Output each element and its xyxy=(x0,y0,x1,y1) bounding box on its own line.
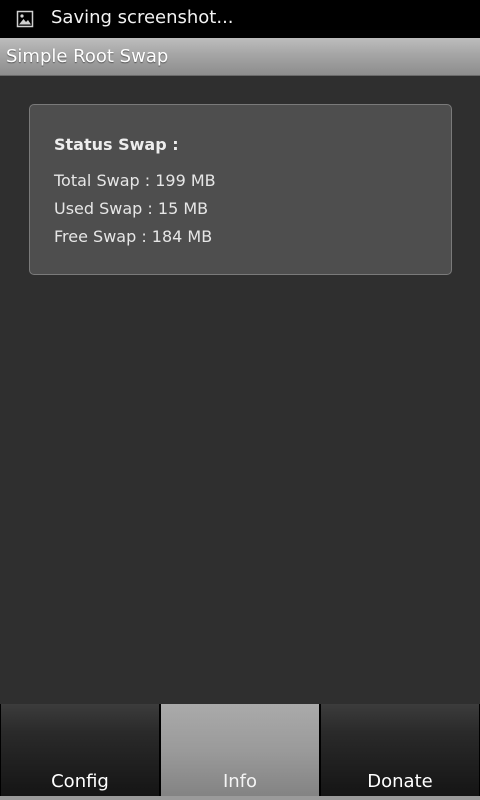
image-icon xyxy=(16,10,34,28)
notification-text: Saving screenshot... xyxy=(51,7,234,28)
tab-bar: Config Info Donate xyxy=(0,704,480,800)
tab-label: Donate xyxy=(367,771,433,792)
card-heading: Status Swap : xyxy=(54,135,179,154)
content-area: Status Swap : Total Swap : 199 MB Used S… xyxy=(0,77,480,704)
app-title: Simple Root Swap xyxy=(6,46,169,67)
tab-info[interactable]: Info xyxy=(161,704,319,798)
tab-indicator xyxy=(0,796,480,800)
tab-donate[interactable]: Donate xyxy=(321,704,479,798)
swap-status-card: Status Swap : Total Swap : 199 MB Used S… xyxy=(29,104,452,275)
total-swap-line: Total Swap : 199 MB xyxy=(54,171,216,190)
tab-label: Info xyxy=(222,771,258,792)
tab-label: Config xyxy=(51,771,109,792)
tab-config[interactable]: Config xyxy=(1,704,159,798)
app-title-bar: Simple Root Swap xyxy=(0,38,480,76)
status-bar: Saving screenshot... xyxy=(0,0,480,38)
used-swap-line: Used Swap : 15 MB xyxy=(54,199,209,218)
free-swap-line: Free Swap : 184 MB xyxy=(54,227,213,246)
